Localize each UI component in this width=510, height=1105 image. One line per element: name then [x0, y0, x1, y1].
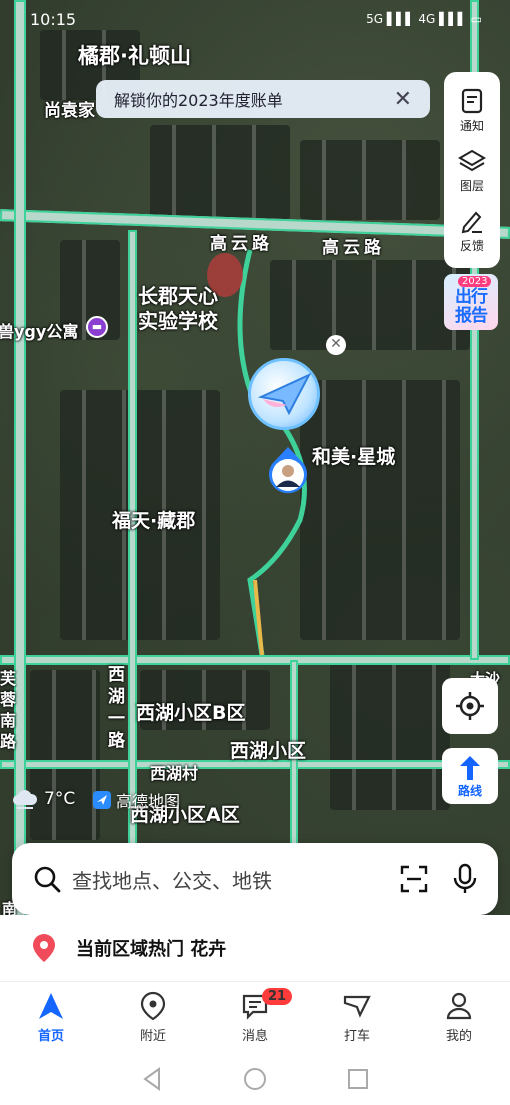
amap-logo: 高德地图	[92, 788, 180, 812]
cloud-icon	[13, 790, 38, 809]
tab-me[interactable]: 我的	[408, 982, 510, 1053]
navigation-arrow-icon	[39, 993, 63, 1019]
route-line	[207, 249, 307, 656]
map-label-shangyuan[interactable]: 尚袁家	[44, 96, 95, 121]
recents-icon[interactable]	[347, 1068, 369, 1090]
weather-temp: 7°C	[44, 789, 76, 809]
weather-widget[interactable]: 7°C	[12, 788, 75, 810]
taxi-icon	[343, 995, 371, 1018]
close-icon[interactable]: ✕	[394, 87, 412, 112]
search-bar[interactable]: 查找地点、公交、地铁	[12, 843, 498, 915]
search-icon	[34, 866, 61, 893]
search-input[interactable]: 查找地点、公交、地铁	[72, 865, 398, 894]
amap-logo-icon	[93, 791, 111, 809]
notice-icon	[461, 88, 483, 113]
feedback-button[interactable]: 反馈	[458, 200, 486, 260]
map-label-school[interactable]: 长郡天心 实验学校	[138, 284, 218, 334]
route-arrow-icon	[460, 755, 480, 780]
hot-text: 当前区域热门 花卉	[76, 939, 227, 960]
map-side-panel: 通知 图层 反馈	[444, 72, 500, 268]
route-button[interactable]: 路线	[442, 748, 498, 804]
banner-text[interactable]: 解锁你的2023年度账单	[114, 87, 283, 111]
layers-label: 图层	[459, 178, 484, 193]
report-text: 出行 报告	[455, 287, 488, 326]
hot-area-suggestion[interactable]: 当前区域热门 花卉	[0, 915, 510, 981]
tab-label: 打车	[343, 1029, 370, 1044]
logo-text: 高德地图	[116, 792, 181, 811]
layers-button[interactable]: 图层	[458, 140, 486, 200]
paper-plane-marker-icon[interactable]	[248, 358, 320, 430]
close-marker-icon[interactable]: ✕	[326, 335, 346, 355]
map-label-hemei[interactable]: 和美·星城	[312, 442, 395, 469]
tab-label: 我的	[445, 1029, 472, 1044]
route-label: 路线	[457, 783, 482, 798]
tab-label: 首页	[37, 1029, 64, 1044]
map-label-juju[interactable]: 橘郡·礼顿山	[78, 40, 191, 70]
map-label-road: 高云路	[322, 238, 385, 258]
home-icon[interactable]	[243, 1067, 267, 1091]
tab-taxi[interactable]: 打车	[306, 982, 408, 1053]
status-time: 10:15	[30, 10, 77, 29]
map-label-xihucun[interactable]: 西湖村	[150, 760, 198, 784]
map-label-road: 高云路	[210, 234, 273, 254]
report-year: 2023	[458, 276, 492, 287]
status-icons: 5G ▌▌▌ 4G ▌▌▌ ▭	[366, 12, 482, 26]
pin-icon	[140, 991, 166, 1021]
user-icon	[446, 992, 472, 1020]
hotel-icon[interactable]: ▬	[86, 316, 108, 338]
avatar[interactable]	[266, 446, 310, 496]
tab-messages[interactable]: 21 消息	[204, 982, 306, 1053]
scan-icon[interactable]	[398, 863, 430, 895]
microphone-icon[interactable]	[452, 863, 478, 895]
tab-label: 附近	[139, 1029, 166, 1044]
locate-icon	[456, 692, 484, 720]
travel-report-button[interactable]: 2023 出行 报告	[444, 274, 498, 330]
locate-button[interactable]	[442, 678, 498, 734]
layers-icon	[458, 149, 486, 171]
notify-button[interactable]: 通知	[458, 80, 486, 140]
map-label-hotel[interactable]: 兽ygy公寓	[0, 318, 78, 342]
map-label-road: 芙 蓉 南 路	[0, 669, 17, 751]
map-label-road: 西 湖 一 路	[108, 665, 125, 751]
tab-label: 消息	[241, 1029, 268, 1044]
annual-bill-banner[interactable]: 解锁你的2023年度账单 ✕	[96, 80, 430, 118]
back-icon[interactable]	[141, 1067, 163, 1091]
notify-label: 通知	[459, 118, 484, 133]
tab-home[interactable]: 首页	[0, 982, 102, 1053]
map-label-xihub[interactable]: 西湖小区B区	[136, 698, 245, 725]
system-nav-bar	[0, 1053, 510, 1105]
bottom-tab-bar: 首页 附近 21 消息 打车 我的	[0, 981, 510, 1053]
map-label-xihuxq[interactable]: 西湖小区	[230, 736, 306, 763]
message-badge: 21	[262, 988, 293, 1005]
tab-nearby[interactable]: 附近	[102, 982, 204, 1053]
location-pin-icon	[33, 934, 55, 962]
map-view[interactable]: 橘郡·礼顿山 尚袁家 高云路 高云路 长郡天心 实验学校 兽ygy公寓 ▬ 和美…	[0, 0, 510, 930]
feedback-label: 反馈	[459, 238, 484, 253]
map-label-futian[interactable]: 福天·藏郡	[112, 506, 195, 533]
pencil-icon	[461, 211, 482, 233]
